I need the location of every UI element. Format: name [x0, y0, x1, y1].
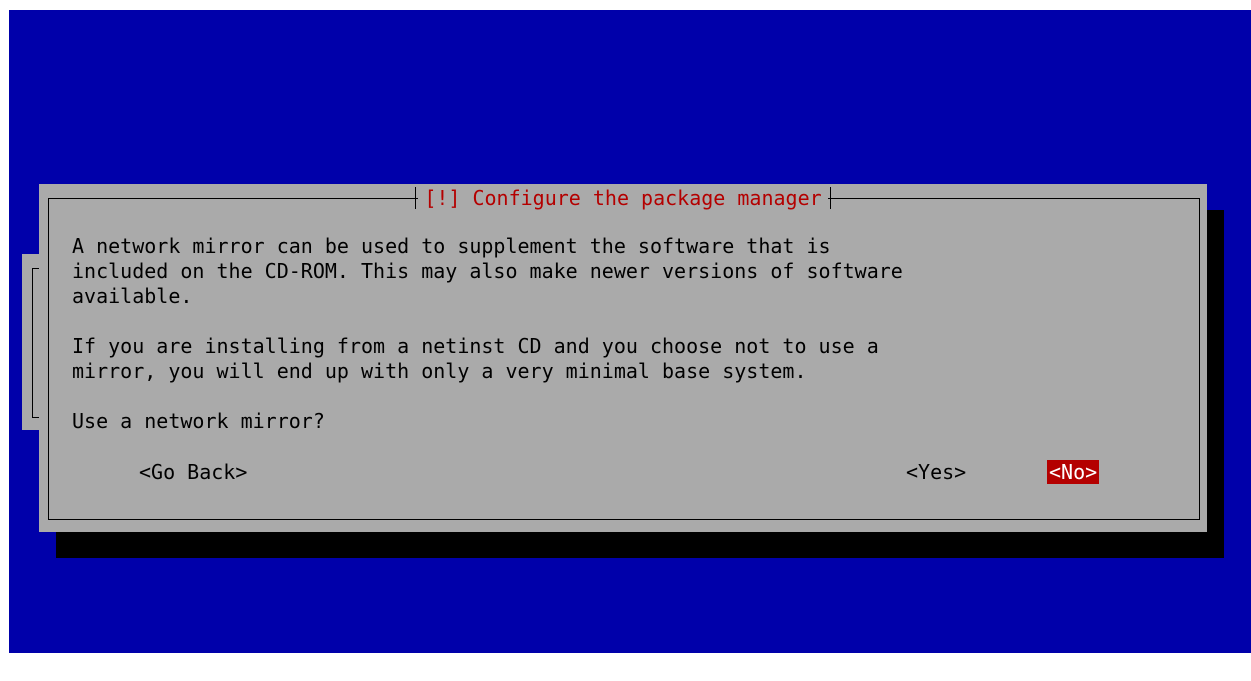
go-back-button[interactable]: <Go Back> — [137, 460, 249, 484]
dialog-title-bar: [!] Configure the package manager — [39, 186, 1207, 212]
dialog-body: A network mirror can be used to suppleme… — [72, 234, 1192, 434]
yes-button[interactable]: <Yes> — [904, 460, 968, 484]
background-dialog-border — [32, 268, 39, 418]
dialog-title: [!] Configure the package manager — [415, 186, 832, 210]
dialog-paragraph-netinst-warning: If you are installing from a netinst CD … — [72, 334, 879, 383]
dialog-paragraph-mirror-info: A network mirror can be used to suppleme… — [72, 234, 903, 308]
no-button[interactable]: <No> — [1047, 460, 1100, 484]
configure-package-manager-dialog: [!] Configure the package manager A netw… — [39, 184, 1207, 532]
dialog-question: Use a network mirror? — [72, 409, 325, 433]
